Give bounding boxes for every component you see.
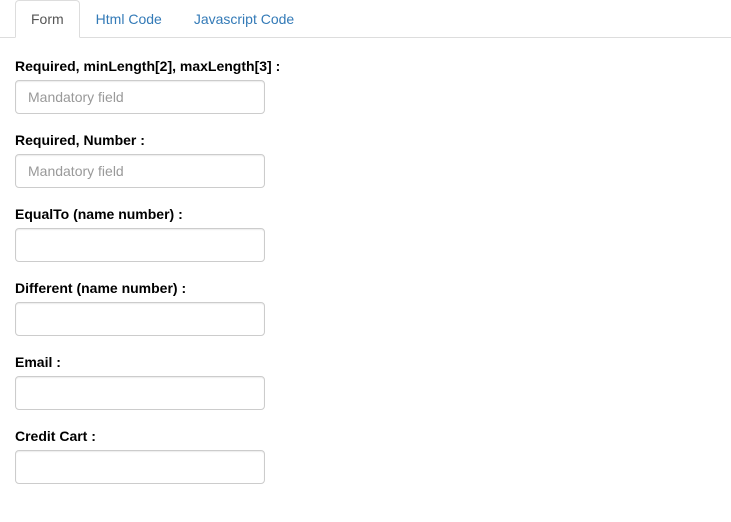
tab-form[interactable]: Form [15, 0, 80, 38]
input-email[interactable] [15, 376, 265, 410]
label-equalto: EqualTo (name number) : [15, 206, 716, 222]
form-panel: Required, minLength[2], maxLength[3] : R… [0, 38, 731, 522]
label-creditcard: Credit Cart : [15, 428, 716, 444]
label-required-length: Required, minLength[2], maxLength[3] : [15, 58, 716, 74]
tab-javascript-code[interactable]: Javascript Code [178, 0, 310, 38]
input-required-length[interactable] [15, 80, 265, 114]
input-equalto[interactable] [15, 228, 265, 262]
tab-html-code[interactable]: Html Code [80, 0, 178, 38]
input-creditcard[interactable] [15, 450, 265, 484]
tab-list: Form Html Code Javascript Code [0, 0, 731, 38]
input-different[interactable] [15, 302, 265, 336]
label-email: Email : [15, 354, 716, 370]
label-required-number: Required, Number : [15, 132, 716, 148]
field-group-required-number: Required, Number : [15, 132, 716, 188]
field-group-required-length: Required, minLength[2], maxLength[3] : [15, 58, 716, 114]
field-group-different: Different (name number) : [15, 280, 716, 336]
field-group-email: Email : [15, 354, 716, 410]
label-different: Different (name number) : [15, 280, 716, 296]
field-group-equalto: EqualTo (name number) : [15, 206, 716, 262]
input-required-number[interactable] [15, 154, 265, 188]
field-group-creditcard: Credit Cart : [15, 428, 716, 484]
